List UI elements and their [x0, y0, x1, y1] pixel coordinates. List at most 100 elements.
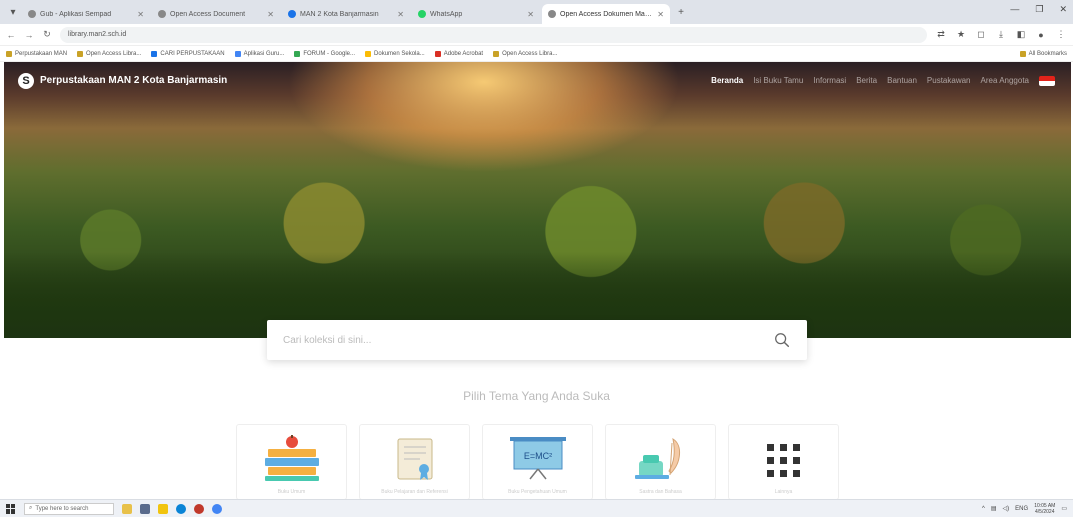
address-bar: ← → ↻ library.man2.sch.id ⇄ ★ ◻ ⤓ ◧ ● ⋮	[0, 24, 1073, 46]
bookmark-star-icon[interactable]: ★	[955, 29, 967, 40]
nav-buku-tamu[interactable]: Isi Buku Tamu	[753, 76, 803, 85]
profile-icon[interactable]: ●	[1035, 30, 1047, 40]
theme-card-sastra[interactable]: Sastra dan Bahasa	[605, 424, 716, 500]
clock-date: 4/5/2024	[1035, 508, 1055, 515]
bookmark-label: Open Access Libra...	[502, 50, 558, 57]
tray-chevron-icon[interactable]: ^	[982, 506, 985, 512]
forward-icon[interactable]: →	[24, 30, 34, 40]
tab-list-icon[interactable]: ▾	[4, 3, 22, 21]
system-tray: ^ ▤ ◁) ENG 10:05 AM 4/5/2024 ▭	[982, 503, 1067, 515]
bookmark-item[interactable]: FORUM - Google...	[294, 50, 356, 57]
bookmark-label: All Bookmarks	[1028, 50, 1067, 57]
theme-card-buku-umum[interactable]: Buku Umum	[236, 424, 347, 500]
url-field[interactable]: library.man2.sch.id	[60, 26, 927, 43]
chrome-icon[interactable]	[212, 503, 222, 514]
sidebar-icon[interactable]: ◧	[1015, 29, 1027, 40]
taskbar-search-placeholder: Type here to search	[35, 505, 89, 512]
bookmark-item[interactable]: Open Access Libra...	[77, 50, 142, 57]
tab-close-icon[interactable]: ✕	[137, 10, 144, 19]
bookmark-label: FORUM - Google...	[303, 50, 356, 57]
bookmark-item[interactable]: Open Access Libra...	[493, 50, 558, 57]
grid-icon	[766, 444, 800, 477]
file-explorer-icon[interactable]	[158, 503, 168, 514]
folder-icon	[493, 50, 500, 57]
search-input[interactable]: Cari koleksi di sini...	[283, 335, 773, 346]
tab-title: Open Access Document	[170, 10, 246, 18]
folder-icon	[365, 50, 372, 57]
nav-informasi[interactable]: Informasi	[813, 76, 846, 85]
folder-icon	[6, 50, 12, 57]
tab-close-icon[interactable]: ✕	[397, 10, 404, 19]
bookmark-item[interactable]: Perpustakaan MAN	[6, 50, 68, 57]
url-text: library.man2.sch.id	[68, 31, 127, 38]
reload-icon[interactable]: ↻	[42, 29, 52, 40]
nav-bantuan[interactable]: Bantuan	[887, 76, 917, 85]
site-logo-icon[interactable]: S	[18, 73, 34, 89]
theme-card-pengetahuan[interactable]: E=MC² Buku Pengetahuan Umum	[482, 424, 593, 500]
browser-tab[interactable]: Open Access Document ✕	[152, 4, 280, 24]
edge-icon[interactable]	[176, 503, 186, 514]
browser-tab[interactable]: MAN 2 Kota Banjarmasin ✕	[282, 4, 410, 24]
site-title[interactable]: Perpustakaan MAN 2 Kota Banjarmasin	[40, 75, 227, 86]
bookmark-label: Adobe Acrobat	[443, 50, 484, 57]
windows-start-icon[interactable]	[6, 503, 16, 514]
bookmark-item[interactable]: CARI PERPUSTAKAAN	[151, 50, 225, 57]
nav-area-anggota[interactable]: Area Anggota	[981, 76, 1029, 85]
acrobat-icon	[434, 50, 441, 57]
drive-icon	[234, 50, 241, 57]
bookmark-item[interactable]: Aplikasi Guru...	[234, 50, 284, 57]
tab-favicon-icon	[418, 10, 426, 18]
site-navigation: Beranda Isi Buku Tamu Informasi Berita B…	[711, 76, 1029, 85]
download-icon[interactable]: ⤓	[995, 29, 1007, 40]
nav-beranda[interactable]: Beranda	[711, 76, 743, 85]
svg-text:E=MC²: E=MC²	[523, 451, 551, 461]
browser-tab[interactable]: WhatsApp ✕	[412, 4, 540, 24]
logo-letter: S	[22, 75, 30, 87]
folder-icon	[1019, 50, 1026, 57]
bookmark-item[interactable]: Dokumen Sekola...	[365, 50, 425, 57]
tab-close-icon[interactable]: ✕	[267, 10, 274, 19]
theme-card-referensi[interactable]: Buku Pelajaran dan Referensi	[359, 424, 470, 500]
notification-icon[interactable]: ▭	[1061, 505, 1067, 512]
volume-icon[interactable]: ◁)	[1003, 505, 1010, 512]
app-icon[interactable]	[194, 503, 204, 514]
search-box[interactable]: Cari koleksi di sini...	[267, 320, 807, 360]
tab-close-icon[interactable]: ✕	[527, 10, 534, 19]
tab-title: MAN 2 Kota Banjarmasin	[300, 10, 379, 18]
indonesia-flag-icon[interactable]	[1039, 76, 1055, 86]
taskbar-search[interactable]: ⌕ Type here to search	[24, 502, 114, 515]
search-icon[interactable]	[773, 331, 791, 349]
menu-icon[interactable]: ⋮	[1055, 29, 1067, 40]
nav-pustakawan[interactable]: Pustakawan	[927, 76, 971, 85]
network-icon[interactable]: ▤	[991, 505, 997, 512]
back-icon[interactable]: ←	[6, 30, 16, 40]
weather-widget-icon[interactable]	[122, 503, 132, 514]
tab-favicon-icon	[28, 10, 36, 18]
theme-card-label: Sastra dan Bahasa	[639, 489, 682, 495]
extensions-icon[interactable]: ◻	[975, 29, 987, 40]
windows-taskbar: ⌕ Type here to search ^ ▤ ◁) ENG 10:05 AM…	[0, 499, 1073, 517]
theme-card-lainnya[interactable]: Lainnya	[728, 424, 839, 500]
nav-berita[interactable]: Berita	[856, 76, 877, 85]
browser-tab[interactable]: Gub - Aplikasi Sempad ✕	[22, 4, 150, 24]
bookmark-label: Perpustakaan MAN	[15, 50, 68, 57]
translate-icon[interactable]: ⇄	[935, 29, 947, 40]
folder-icon	[77, 50, 84, 57]
close-window-icon[interactable]: ✕	[1059, 4, 1067, 15]
all-bookmarks[interactable]: All Bookmarks	[1019, 50, 1067, 57]
books-icon	[264, 435, 319, 481]
bookmark-label: Open Access Libra...	[86, 50, 142, 57]
theme-section-title: Pilih Tema Yang Anda Suka	[463, 389, 610, 403]
task-view-icon[interactable]	[140, 503, 150, 514]
new-tab-icon[interactable]: +	[672, 3, 690, 21]
maximize-icon[interactable]: ❐	[1035, 4, 1043, 15]
browser-tab-active[interactable]: Open Access Dokumen Manager ✕	[542, 4, 670, 24]
language-icon[interactable]: ENG	[1015, 506, 1028, 512]
minimize-icon[interactable]: —	[1010, 4, 1019, 15]
tab-close-icon[interactable]: ✕	[657, 10, 664, 19]
theme-card-label: Buku Pengetahuan Umum	[508, 489, 567, 495]
clock[interactable]: 10:05 AM 4/5/2024	[1034, 503, 1055, 515]
tab-favicon-icon	[548, 10, 556, 18]
bookmarks-bar: Perpustakaan MAN Open Access Libra... CA…	[0, 46, 1073, 62]
bookmark-item[interactable]: Adobe Acrobat	[434, 50, 484, 57]
